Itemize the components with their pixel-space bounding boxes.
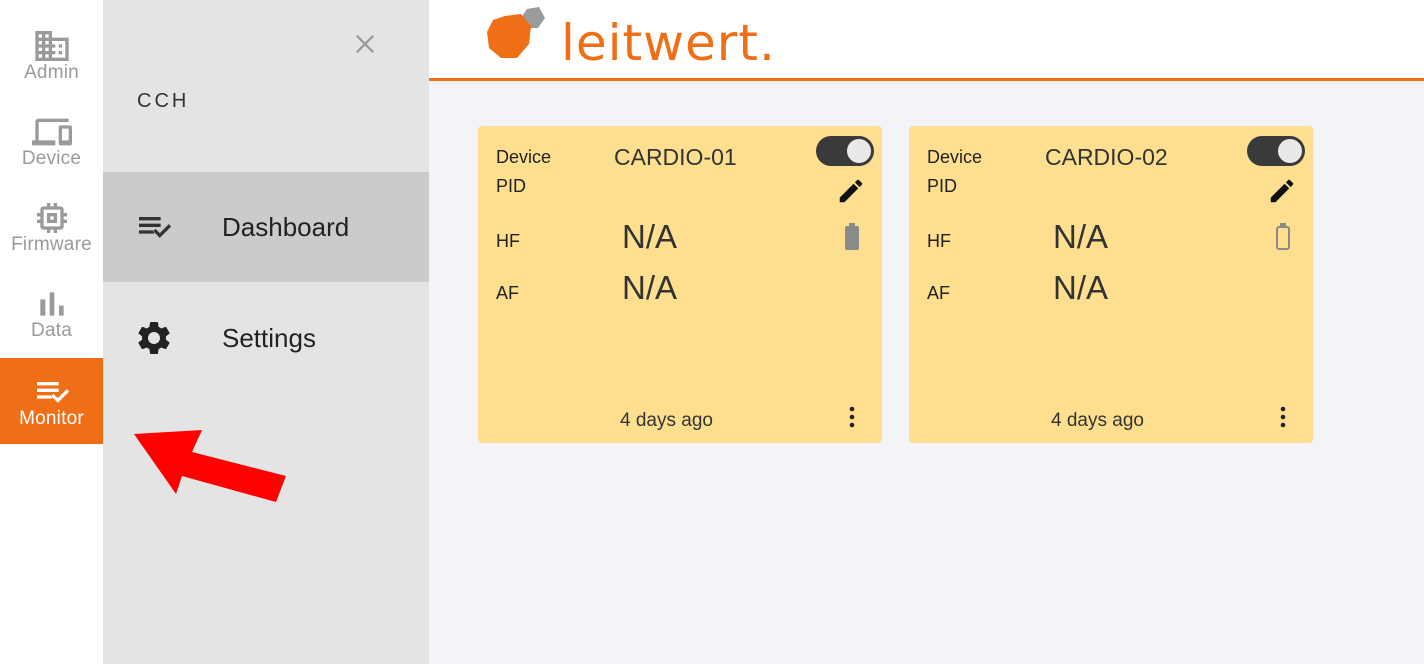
rail-item-label: Data xyxy=(31,320,72,341)
af-label: AF xyxy=(496,283,520,303)
more-vert-icon[interactable] xyxy=(840,402,864,432)
rail-item-monitor[interactable]: Monitor xyxy=(0,358,103,444)
more-vert-icon[interactable] xyxy=(1271,402,1295,432)
building-icon xyxy=(34,31,69,61)
rail-item-data[interactable]: Data xyxy=(0,258,103,344)
nav-item-settings[interactable]: Settings xyxy=(103,283,429,393)
battery-icon xyxy=(845,223,859,250)
device-enable-toggle[interactable] xyxy=(816,136,874,166)
hf-label: HF xyxy=(927,231,951,251)
app-header: leitwert. xyxy=(429,0,1424,81)
annotation-arrow-icon xyxy=(134,430,286,502)
logo-icon xyxy=(487,7,545,58)
pid-label: PID xyxy=(496,176,527,196)
device-label: Device xyxy=(496,147,552,167)
checklist-icon xyxy=(36,382,69,403)
edit-icon[interactable] xyxy=(1267,176,1297,206)
af-value: N/A xyxy=(1053,269,1109,306)
edit-icon[interactable] xyxy=(836,176,866,206)
toggle-knob xyxy=(1278,139,1302,163)
organization-name: CCH xyxy=(137,90,190,112)
device-label: Device xyxy=(927,147,983,167)
device-name: CARDIO-01 xyxy=(614,144,737,170)
hf-label: HF xyxy=(496,231,520,251)
rail-item-device[interactable]: Device xyxy=(0,86,103,172)
checklist-icon xyxy=(139,217,172,238)
device-card[interactable]: Device CARDIO-01 PID HF N/A AF N/A 4 day… xyxy=(478,126,882,443)
last-seen-time: 4 days ago xyxy=(620,410,713,431)
rail-item-label: Firmware xyxy=(11,234,92,255)
battery-empty-icon xyxy=(1276,223,1290,250)
device-name: CARDIO-02 xyxy=(1045,144,1168,170)
nav-item-label: Dashboard xyxy=(222,211,350,242)
nav-item-label: Settings xyxy=(222,322,316,353)
hf-value: N/A xyxy=(622,218,678,255)
nav-drawer: CCH Dashboard Settings xyxy=(103,0,429,664)
rail-item-label: Device xyxy=(21,148,82,169)
rail-item-firmware[interactable]: Firmware xyxy=(0,172,103,258)
af-value: N/A xyxy=(622,269,678,306)
device-card[interactable]: Device CARDIO-02 PID HF N/A AF N/A 4 day… xyxy=(909,126,1313,443)
bar-chart-icon xyxy=(39,292,64,316)
hf-value: N/A xyxy=(1053,218,1109,255)
device-enable-toggle[interactable] xyxy=(1247,136,1305,166)
devices-icon xyxy=(31,118,72,146)
last-seen-time: 4 days ago xyxy=(1051,410,1144,431)
rail-item-admin[interactable]: Admin xyxy=(0,0,103,86)
gear-icon xyxy=(138,322,170,354)
rail-item-label: Admin xyxy=(24,62,79,83)
icon-rail: Admin Device Firmware Data Monitor xyxy=(0,0,103,664)
af-label: AF xyxy=(927,283,951,303)
close-icon[interactable] xyxy=(351,30,379,58)
pid-label: PID xyxy=(927,176,958,196)
chip-icon xyxy=(36,203,67,233)
toggle-knob xyxy=(847,139,871,163)
rail-item-label: Monitor xyxy=(19,408,84,429)
logo-text: leitwert. xyxy=(561,14,776,72)
nav-item-dashboard[interactable]: Dashboard xyxy=(103,172,429,282)
